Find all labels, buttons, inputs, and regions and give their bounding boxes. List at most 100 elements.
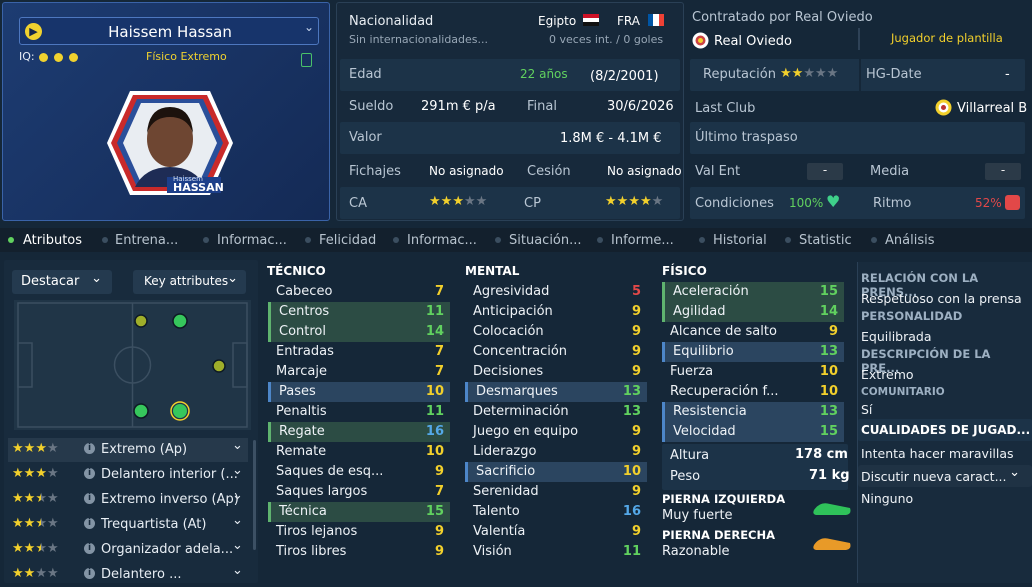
attribute-row[interactable]: Tiros libres 9 (268, 542, 450, 562)
country-2[interactable]: FRA (617, 14, 640, 28)
attribute-row[interactable]: Serenidad 9 (465, 482, 647, 502)
last-club-value[interactable]: Villarreal B (957, 101, 1027, 116)
attribute-value: 7 (434, 344, 444, 359)
role-name: Extremo (Ap) (101, 442, 188, 457)
tab-happiness[interactable]: Felicidad (319, 233, 376, 248)
attribute-name: Visión (473, 544, 512, 559)
age-value: 22 años (520, 67, 568, 81)
role-row[interactable]: ★★★★ i Trequartista (At) ⌄ (8, 513, 248, 537)
attribute-row[interactable]: Remate 10 (268, 442, 450, 462)
attribute-row[interactable]: Saques de esq... 9 (268, 462, 450, 482)
attribute-row[interactable]: Recuperación f... 10 (662, 382, 844, 402)
chevron-down-icon[interactable]: ⌄ (232, 513, 243, 528)
attribute-row[interactable]: Saques largos 7 (268, 482, 450, 502)
attribute-row[interactable]: Velocidad 15 (662, 422, 844, 442)
attribute-row[interactable]: Equilibrio 13 (662, 342, 844, 362)
player-name-box[interactable]: ▶ Haissem Hassan ⌄ (19, 17, 319, 45)
chevron-down-icon[interactable]: ⌄ (232, 563, 243, 578)
chevron-down-icon[interactable]: ⌄ (304, 20, 314, 34)
attribute-value: 5 (631, 284, 641, 299)
attribute-row[interactable]: Fuerza 10 (662, 362, 844, 382)
role-name: Delantero ... (101, 567, 182, 582)
highlight-dropdown[interactable]: Destacar ⌄ (12, 270, 112, 294)
attribute-value: 9 (828, 324, 838, 339)
attribute-row[interactable]: Valentía 9 (465, 522, 647, 542)
info-icon[interactable]: i (84, 468, 95, 479)
tab-history[interactable]: Historial (713, 233, 767, 248)
tab-bar: Atributos Entrena... Informac... Felicid… (0, 228, 1032, 252)
info-icon[interactable]: i (84, 543, 95, 554)
attribute-value: 16 (622, 504, 641, 519)
attribute-row[interactable]: Visión 11 (465, 542, 647, 562)
attribute-row[interactable]: Agilidad 14 (662, 302, 844, 322)
chevron-down-icon[interactable]: ⌄ (232, 438, 243, 453)
info-icon[interactable]: i (84, 443, 95, 454)
tab-statistics[interactable]: Statistic (799, 233, 852, 248)
role-row[interactable]: ★★★★ i Delantero ... ⌄ (8, 563, 248, 587)
attribute-row[interactable]: Aceleración 15 (662, 282, 844, 302)
loan-value[interactable]: No asignado (607, 164, 682, 178)
attribute-row[interactable]: Talento 16 (465, 502, 647, 522)
iq-dot-icon (54, 53, 63, 62)
clipboard-plus-icon[interactable] (301, 53, 312, 67)
player-type-label: Físico (146, 50, 177, 63)
attribute-row[interactable]: Técnica 15 (268, 502, 450, 522)
attribute-row[interactable]: Regate 16 (268, 422, 450, 442)
hg-label: HG-Date (866, 67, 922, 82)
attribute-row[interactable]: Alcance de salto 9 (662, 322, 844, 342)
intl-value: 0 veces int. / 0 goles (549, 33, 664, 46)
attribute-row[interactable]: Desmarques 13 (465, 382, 647, 402)
attribute-value: 9 (631, 444, 641, 459)
scrollbar[interactable] (253, 440, 256, 550)
chevron-down-icon[interactable]: ⌄ (232, 488, 243, 503)
info-icon[interactable]: i (84, 518, 95, 529)
squad-status[interactable]: Jugador de plantilla (891, 31, 1003, 45)
role-row[interactable]: ★★★★ i Extremo (Ap) ⌄ (8, 438, 248, 462)
attribute-row[interactable]: Resistencia 13 (662, 402, 844, 422)
club-name[interactable]: Real Oviedo (714, 34, 792, 49)
tab-info[interactable]: Informac... (217, 233, 287, 248)
wage-value: 291m € p/a (421, 99, 496, 114)
tab-analysis[interactable]: Análisis (885, 233, 934, 248)
tab-scout-report[interactable]: Informe... (611, 233, 674, 248)
role-row[interactable]: ★★★★ i Organizador adela... ⌄ (8, 538, 248, 562)
signings-label: Fichajes (349, 164, 401, 179)
attribute-name: Sacrificio (476, 464, 536, 479)
attribute-row[interactable]: Colocación 9 (465, 322, 647, 342)
attribute-row[interactable]: Pases 10 (268, 382, 450, 402)
attribute-row[interactable]: Tiros lejanos 9 (268, 522, 450, 542)
attribute-row[interactable]: Cabeceo 7 (268, 282, 450, 302)
chevron-down-icon[interactable]: ⌄ (232, 463, 243, 478)
attribute-row[interactable]: Sacrificio 10 (465, 462, 647, 482)
attribute-row[interactable]: Penaltis 11 (268, 402, 450, 422)
tab-training[interactable]: Entrena... (115, 233, 178, 248)
role-row[interactable]: ★★★★ i Extremo inverso (Ap) ⌄ (8, 488, 248, 512)
role-row[interactable]: ★★★★ i Delantero interior (... ⌄ (8, 463, 248, 487)
attribute-row[interactable]: Decisiones 9 (465, 362, 647, 382)
attribute-row[interactable]: Liderazgo 9 (465, 442, 647, 462)
iq-label: IQ: (19, 50, 35, 63)
tab-situation[interactable]: Situación... (509, 233, 582, 248)
tab-dot-icon (785, 237, 791, 243)
signings-value[interactable]: No asignado (429, 164, 504, 178)
attribute-row[interactable]: Anticipación 9 (465, 302, 647, 322)
info-icon[interactable]: i (84, 493, 95, 504)
attribute-row[interactable]: Determinación 13 (465, 402, 647, 422)
attribute-row[interactable]: Control 14 (268, 322, 450, 342)
info-icon[interactable]: i (84, 568, 95, 579)
attribute-row[interactable]: Marcaje 7 (268, 362, 450, 382)
attribute-row[interactable]: Agresividad 5 (465, 282, 647, 302)
attribute-value: 16 (425, 424, 444, 439)
attribute-row[interactable]: Entradas 7 (268, 342, 450, 362)
country-1[interactable]: Egipto (538, 14, 576, 28)
attribute-row[interactable]: Centros 11 (268, 302, 450, 322)
attribute-row[interactable]: Juego en equipo 9 (465, 422, 647, 442)
attribute-row[interactable]: Concentración 9 (465, 342, 647, 362)
left-boot-icon (813, 503, 851, 515)
role-name: Organizador adela... (101, 542, 234, 557)
chevron-down-icon[interactable]: ⌄ (232, 538, 243, 553)
key-attributes-dropdown[interactable]: Key attributes ⌄ (133, 270, 246, 294)
tab-attributes[interactable]: Atributos (23, 233, 82, 248)
quality-dropdown[interactable]: Discutir nueva caract... ⌄ (858, 465, 1032, 487)
tab-report[interactable]: Informac... (407, 233, 477, 248)
